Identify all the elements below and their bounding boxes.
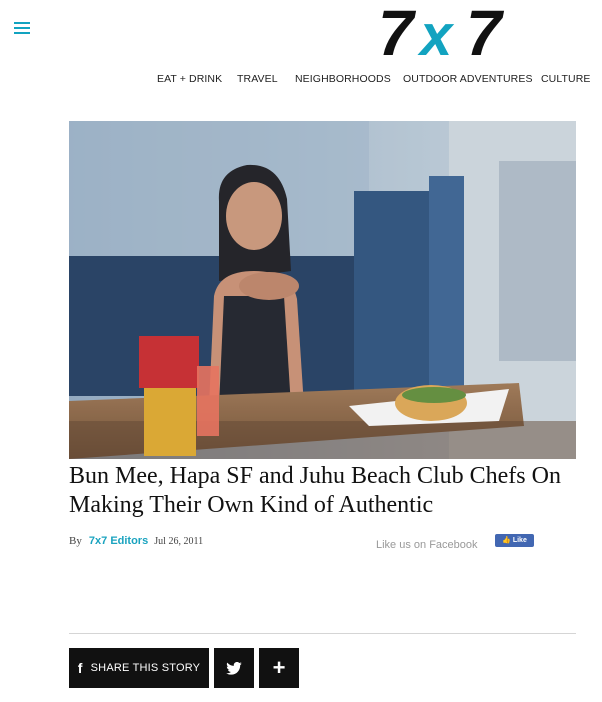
thumbs-up-icon: 👍 <box>502 537 511 544</box>
hero-image <box>69 121 576 459</box>
main-nav: EAT + DRINK TRAVEL NEIGHBORHOODS OUTDOOR… <box>0 73 602 87</box>
hamburger-icon-bar <box>14 27 30 29</box>
publish-date: Jul 26, 2011 <box>154 536 204 547</box>
hamburger-icon-bar <box>14 32 30 34</box>
like-us-text: Like us on Facebook <box>376 539 478 551</box>
logo-x: x <box>417 3 455 60</box>
site-logo[interactable]: 7 x 7 7x7 <box>378 2 520 60</box>
nav-neighborhoods[interactable]: NEIGHBORHOODS <box>295 73 391 85</box>
menu-button[interactable] <box>14 22 30 36</box>
nav-culture[interactable]: CULTURE <box>541 73 591 85</box>
plus-icon: + <box>272 655 286 680</box>
nav-outdoor-adventures[interactable]: OUTDOOR ADVENTURES <box>403 73 533 85</box>
by-label: By <box>69 535 82 547</box>
logo-seven-right: 7 <box>466 2 505 60</box>
divider <box>69 633 576 634</box>
author-link[interactable]: 7x7 Editors <box>89 535 148 547</box>
logo-seven-left: 7 <box>378 2 417 60</box>
nav-eat-drink[interactable]: EAT + DRINK <box>157 73 222 85</box>
facebook-icon: f <box>77 660 83 676</box>
nav-travel[interactable]: TRAVEL <box>237 73 278 85</box>
facebook-like-label: Like <box>512 537 527 544</box>
more-share-button[interactable]: + <box>259 648 299 688</box>
facebook-like-button[interactable]: 👍 Like <box>495 534 534 547</box>
byline: By 7x7 Editors Jul 26, 2011 <box>69 535 203 547</box>
twitter-icon <box>226 661 242 675</box>
hamburger-icon-bar <box>14 22 30 24</box>
share-story-button[interactable]: f SHARE THIS STORY <box>69 648 209 688</box>
article-headline: Bun Mee, Hapa SF and Juhu Beach Club Che… <box>69 463 561 518</box>
twitter-share-button[interactable] <box>214 648 254 688</box>
share-label: SHARE THIS STORY <box>90 662 201 674</box>
